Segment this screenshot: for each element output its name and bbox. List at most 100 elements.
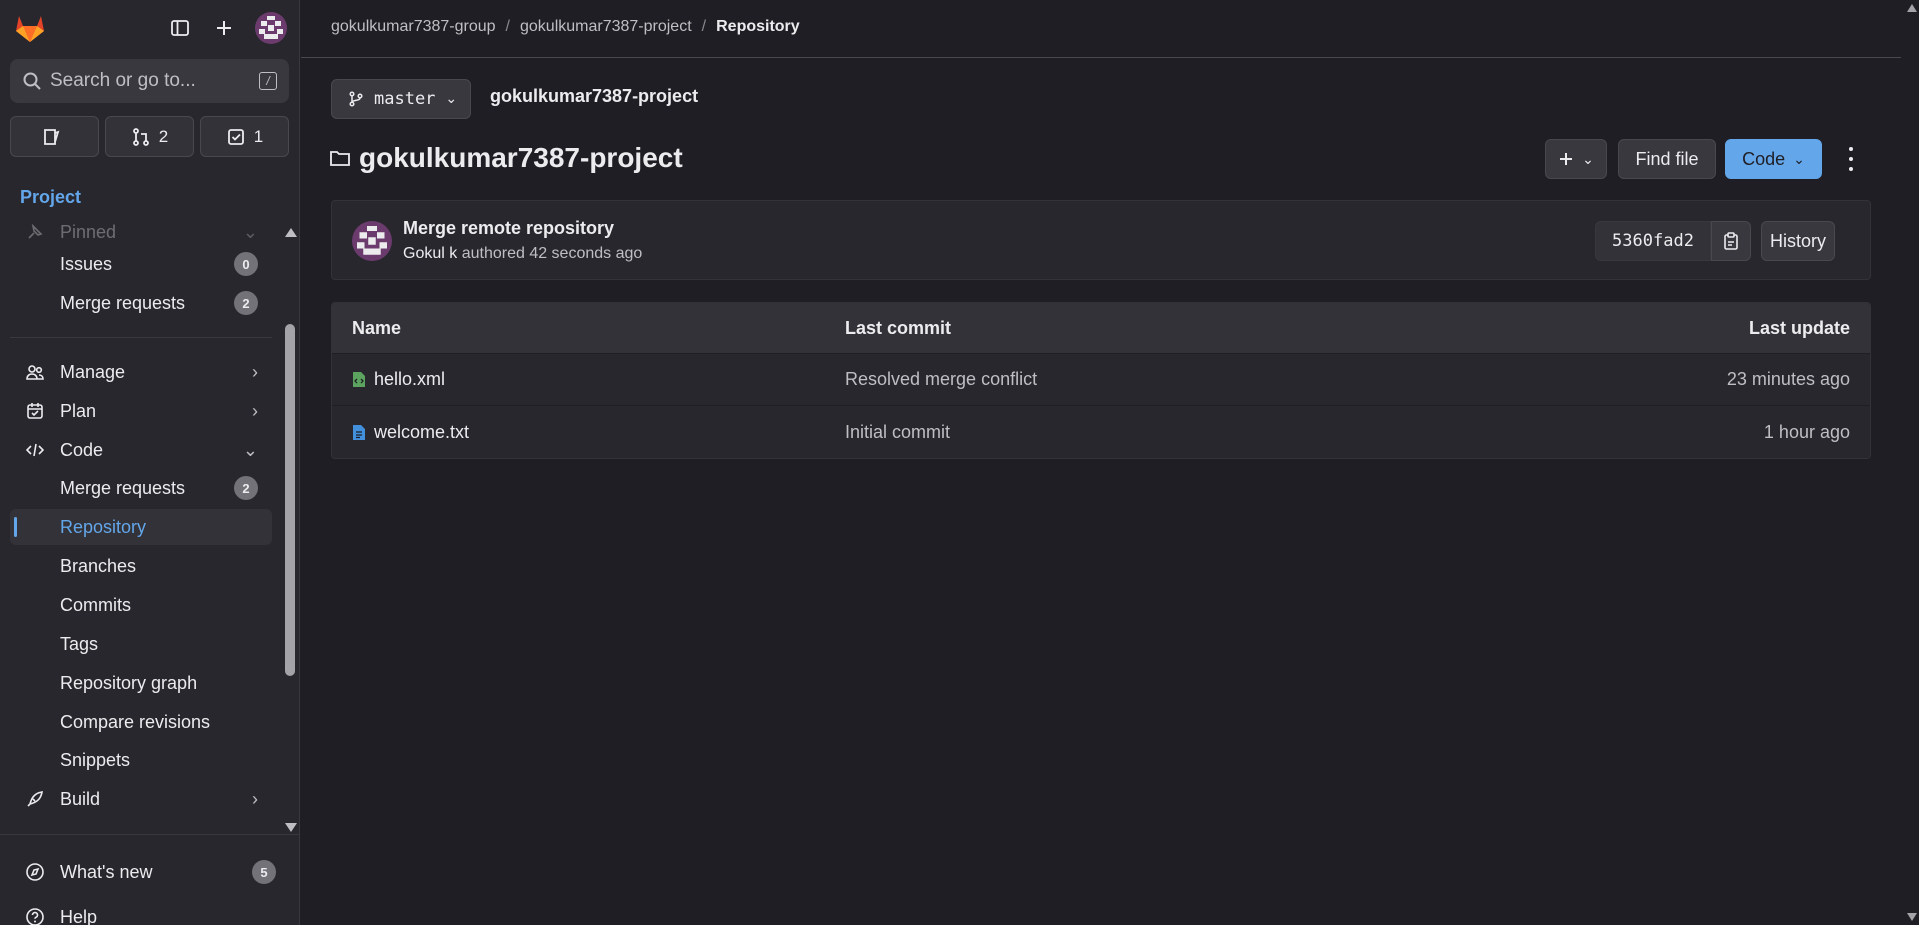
commit-author-avatar[interactable] — [352, 221, 392, 261]
code-dropdown-button[interactable]: Code ⌄ — [1725, 139, 1822, 179]
sidebar-item-label: Compare revisions — [60, 711, 211, 732]
breadcrumb-current[interactable]: Repository — [716, 18, 800, 36]
commit-author-link[interactable]: Gokul k — [403, 245, 457, 262]
merge-requests-count: 2 — [158, 126, 169, 146]
column-header-last-commit: Last commit — [845, 317, 952, 338]
table-row[interactable]: welcome.txt Initial commit 1 hour ago — [332, 406, 1870, 458]
branch-name: master — [374, 89, 436, 109]
chevron-right-icon: › — [252, 361, 258, 382]
scroll-up-arrow[interactable] — [285, 228, 297, 237]
last-update-cell: 23 minutes ago — [1726, 369, 1850, 389]
copy-sha-button[interactable] — [1711, 221, 1751, 261]
file-name-cell: hello.xml — [332, 369, 845, 390]
plus-icon[interactable] — [211, 15, 237, 41]
issue-check-icon — [227, 128, 244, 145]
sidebar-divider — [10, 337, 272, 338]
sidebar-item-label: Issues — [60, 253, 113, 274]
repo-path-project-link[interactable]: gokulkumar7387-project — [490, 86, 698, 107]
breadcrumb-group-link[interactable]: gokulkumar7387-group — [331, 18, 496, 36]
sidebar-item-label: What's new — [60, 861, 153, 882]
sidebar-item-label: Repository graph — [60, 672, 198, 693]
xml-file-icon — [353, 372, 365, 387]
commit-meta: Gokul k authored 42 seconds ago — [403, 245, 642, 263]
scrollbar-thumb[interactable] — [285, 324, 295, 676]
page-scrollbar[interactable] — [1905, 0, 1919, 925]
whats-new-link[interactable]: What's new 5 — [10, 854, 290, 890]
file-name-link[interactable]: welcome.txt — [374, 422, 469, 443]
sidebar-item-label: Commits — [60, 594, 131, 615]
user-avatar[interactable] — [255, 12, 287, 44]
branch-icon — [349, 91, 363, 107]
search-input[interactable]: Search or go to... / — [10, 59, 289, 103]
help-icon — [24, 906, 46, 925]
todo-counter-button[interactable] — [10, 116, 99, 157]
sidebar-item-branches[interactable]: Branches — [10, 548, 272, 584]
commit-message-link[interactable]: Resolved merge conflict — [845, 369, 1358, 390]
code-icon — [24, 439, 46, 461]
sidebar-item-code[interactable]: Code ⌄ — [10, 432, 272, 468]
chevron-down-icon: ⌄ — [445, 91, 458, 107]
more-actions-icon[interactable] — [1841, 147, 1861, 171]
breadcrumb-project-link[interactable]: gokulkumar7387-project — [520, 18, 692, 36]
sidebar-item-manage[interactable]: Manage › — [10, 354, 272, 390]
merge-request-icon — [132, 127, 149, 146]
sidebar-item-build[interactable]: Build › — [10, 781, 272, 817]
sidebar-item-repository-graph[interactable]: Repository graph — [10, 665, 272, 701]
context-label: Project — [20, 187, 82, 207]
scroll-down-arrow[interactable] — [285, 823, 297, 832]
find-file-label: Find file — [1635, 148, 1699, 169]
commit-time: authored 42 seconds ago — [461, 245, 643, 262]
merge-requests-counter-button[interactable]: 2 — [105, 116, 194, 157]
plus-icon — [1560, 153, 1573, 165]
history-button[interactable]: History — [1761, 221, 1835, 261]
issues-counter-button[interactable]: 1 — [200, 116, 289, 157]
sidebar-item-tags[interactable]: Tags — [10, 626, 272, 662]
rocket-icon — [24, 788, 46, 810]
sidebar-item-label: Build — [60, 788, 101, 809]
table-row[interactable]: hello.xml Resolved merge conflict 23 min… — [332, 354, 1870, 406]
code-button-label: Code — [1742, 148, 1786, 169]
last-commit-panel: Merge remote repository Gokul k authored… — [331, 200, 1871, 280]
sidebar-item-snippets[interactable]: Snippets — [10, 742, 272, 778]
commit-sha[interactable]: 5360fad2 — [1595, 221, 1711, 261]
scroll-down-arrow[interactable] — [1907, 913, 1917, 921]
calendar-icon — [24, 400, 46, 422]
column-header-name: Name — [352, 317, 402, 338]
compass-icon — [24, 861, 46, 883]
sidebar-item-repository[interactable]: Repository — [10, 509, 272, 545]
find-file-button[interactable]: Find file — [1618, 139, 1716, 179]
main-content: gokulkumar7387-group / gokulkumar7387-pr… — [301, 0, 1901, 925]
sidebar-item-label: Plan — [60, 400, 97, 421]
chevron-down-icon: ⌄ — [242, 439, 258, 460]
sidebar-footer: What's new 5 Help — [0, 834, 300, 925]
scroll-up-arrow[interactable] — [1907, 4, 1917, 12]
sidebar-item-label: Branches — [60, 555, 137, 576]
file-name-link[interactable]: hello.xml — [374, 369, 445, 390]
sidebar-item-merge-requests[interactable]: Merge requests 2 — [10, 470, 272, 506]
sidebar-item-label: Code — [60, 439, 104, 460]
breadcrumb: gokulkumar7387-group / gokulkumar7387-pr… — [331, 18, 800, 36]
chevron-down-icon: ⌄ — [1582, 150, 1594, 167]
add-dropdown-button[interactable]: ⌄ — [1545, 139, 1607, 179]
chevron-right-icon: › — [252, 400, 258, 421]
sidebar-item-compare-revisions[interactable]: Compare revisions — [10, 704, 272, 740]
sidebar-scrollbar[interactable] — [283, 224, 297, 834]
sidebar-item-pinned-issues[interactable]: Issues 0 — [10, 246, 272, 282]
sidebar-item-commits[interactable]: Commits — [10, 587, 272, 623]
sidebar-item-label: Repository — [60, 516, 147, 537]
help-link[interactable]: Help — [10, 899, 290, 925]
sidebar-item-label: Merge requests — [60, 292, 186, 313]
sidebar-item-label: Manage — [60, 361, 126, 382]
todo-icon — [43, 128, 59, 145]
chevron-down-icon: ⌄ — [1793, 150, 1805, 167]
count-badge: 0 — [234, 252, 258, 276]
sidebar-toggle-icon[interactable] — [167, 15, 193, 41]
commit-title-link[interactable]: Merge remote repository — [403, 218, 614, 239]
gitlab-logo[interactable] — [12, 10, 48, 46]
commit-message-link[interactable]: Initial commit — [845, 422, 1358, 443]
branch-selector-button[interactable]: master ⌄ — [331, 79, 471, 119]
users-icon — [24, 361, 46, 383]
count-badge: 2 — [234, 476, 258, 500]
sidebar-item-pinned-merge-requests[interactable]: Merge requests 2 — [10, 285, 272, 321]
sidebar-item-plan[interactable]: Plan › — [10, 393, 272, 429]
